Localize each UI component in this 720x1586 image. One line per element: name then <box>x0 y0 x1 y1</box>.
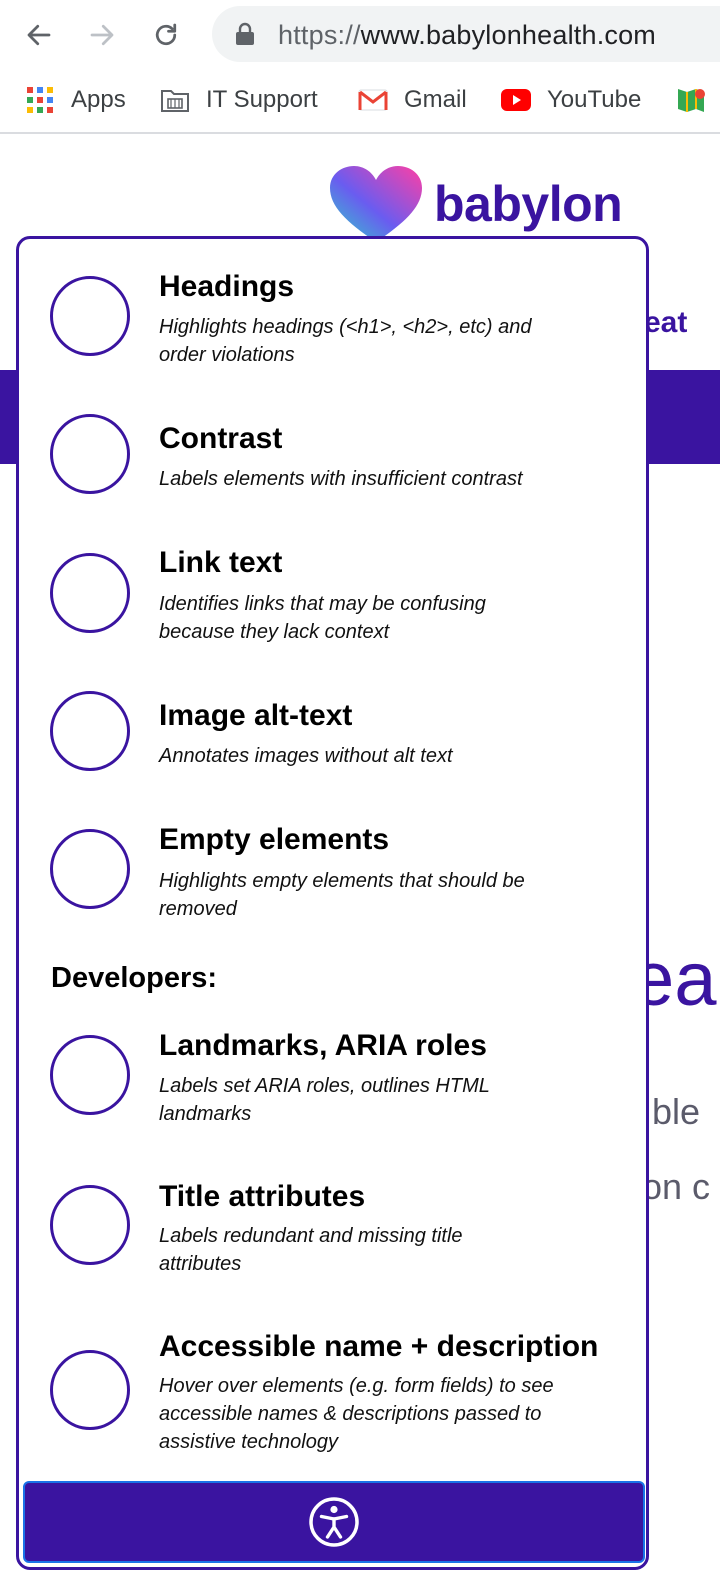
bookmark-maps[interactable] <box>676 82 720 118</box>
back-arrow-icon <box>27 24 51 46</box>
option-description: Labels redundant and missing title attri… <box>159 1225 463 1275</box>
reload-icon <box>155 23 177 46</box>
bookmark-label: YouTube <box>547 86 642 113</box>
background-nav-fragment: eat <box>644 306 688 339</box>
developers-heading: Developers: <box>51 962 218 994</box>
back-button[interactable] <box>17 13 61 57</box>
url-text: https://www.babylonhealth.com <box>278 20 656 51</box>
option-title: Landmarks, ARIA roles <box>159 1029 487 1062</box>
image-alt-text-toggle[interactable] <box>50 691 130 771</box>
url-host: www.babylonhealth.com <box>360 20 657 50</box>
option-title: Link text <box>159 546 283 579</box>
reload-button[interactable] <box>144 13 188 57</box>
forward-arrow-icon <box>90 24 114 46</box>
option-title: Empty elements <box>159 823 390 856</box>
option-description: Labels set ARIA roles, outlines HTML lan… <box>159 1075 490 1125</box>
bookmark-youtube[interactable]: YouTube <box>501 82 641 118</box>
background-text-fragment: ble <box>652 1091 701 1132</box>
maps-icon <box>676 85 706 115</box>
browser-toolbar: https://www.babylonhealth.com <box>0 0 720 70</box>
option-title: Image alt-text <box>159 699 353 732</box>
babylon-logo[interactable]: babylon <box>328 164 623 244</box>
bookmarks-bar: Apps IT Support Gmail YouTube <box>0 70 720 134</box>
address-bar[interactable]: https://www.babylonhealth.com <box>212 6 720 62</box>
folder-icon <box>160 85 190 115</box>
bookmark-label: Apps <box>71 86 126 113</box>
gmail-icon <box>358 85 388 115</box>
bookmark-apps[interactable]: Apps <box>25 82 126 118</box>
option-description: Highlights headings (<h1>, <h2>, etc) an… <box>159 316 532 366</box>
bookmark-label: Gmail <box>404 86 467 113</box>
forward-button[interactable] <box>80 13 124 57</box>
empty-elements-toggle[interactable] <box>50 829 130 909</box>
option-description: Identifies links that may be confusing b… <box>159 593 486 643</box>
accessibility-toggle-button[interactable] <box>23 1481 645 1563</box>
bookmark-label: IT Support <box>206 86 318 113</box>
option-title: Headings <box>159 270 295 303</box>
accessibility-icon <box>309 1497 359 1547</box>
option-description: Labels elements with insufficient contra… <box>159 468 523 490</box>
option-title: Contrast <box>159 422 283 455</box>
option-description: Hover over elements (e.g. form fields) t… <box>159 1375 554 1453</box>
option-description: Highlights empty elements that should be… <box>159 870 525 920</box>
logo-wordmark: babylon <box>434 176 623 232</box>
url-scheme: https:// <box>278 20 361 50</box>
accessibility-panel: Headings Highlights headings (<h1>, <h2>… <box>16 236 649 1570</box>
option-title: Title attributes <box>159 1180 366 1213</box>
bookmark-gmail[interactable]: Gmail <box>358 82 467 118</box>
headings-toggle[interactable] <box>50 276 130 356</box>
bookmark-it-support[interactable]: IT Support <box>160 82 318 118</box>
option-description: Annotates images without alt text <box>159 745 453 767</box>
background-text-fragment: on c <box>642 1166 711 1207</box>
option-title: Accessible name + description <box>159 1330 599 1363</box>
title-attributes-toggle[interactable] <box>50 1185 130 1265</box>
accessible-name-toggle[interactable] <box>50 1350 130 1430</box>
lock-icon <box>236 22 254 45</box>
heart-logo-icon <box>330 166 422 242</box>
youtube-icon <box>501 85 531 115</box>
landmarks-aria-toggle[interactable] <box>50 1035 130 1115</box>
contrast-toggle[interactable] <box>50 414 130 494</box>
link-text-toggle[interactable] <box>50 553 130 633</box>
apps-grid-icon <box>25 85 55 115</box>
